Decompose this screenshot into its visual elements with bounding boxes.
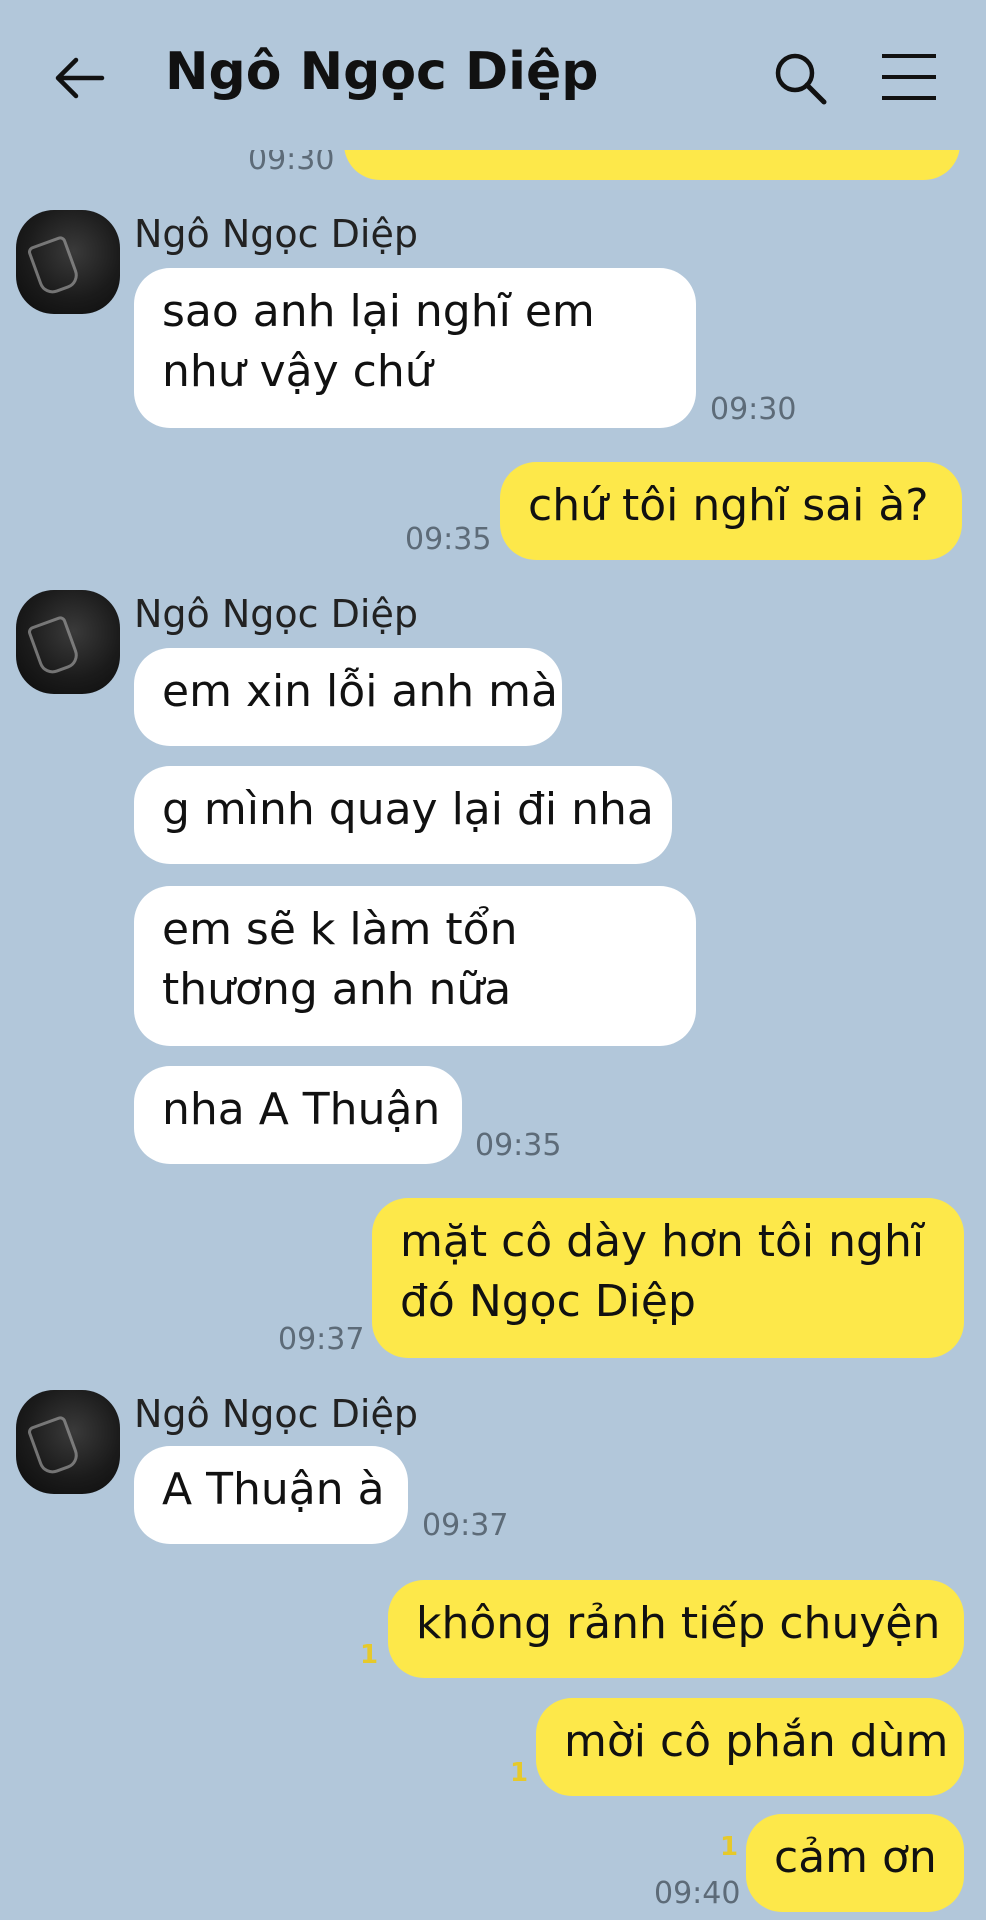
outgoing-message[interactable]: mời cô phắn dùm <box>536 1698 964 1796</box>
message-time: 09:37 <box>422 1508 509 1543</box>
incoming-message[interactable]: A Thuận à <box>134 1446 408 1544</box>
outgoing-message[interactable]: mặt cô dày hơn tôi nghĩ đó Ngọc Diệp <box>372 1198 964 1358</box>
message-time: 09:30 <box>710 392 797 427</box>
message-time: 09:40 <box>654 1876 741 1911</box>
sender-name: Ngô Ngọc Diệp <box>134 1392 418 1436</box>
message-time: 09:37 <box>278 1322 365 1357</box>
incoming-message[interactable]: g mình quay lại đi nha <box>134 766 672 864</box>
search-icon[interactable] <box>772 50 828 106</box>
contact-avatar[interactable] <box>16 590 120 694</box>
incoming-message[interactable]: em sẽ k làm tổn thương anh nữa <box>134 886 696 1046</box>
contact-avatar[interactable] <box>16 1390 120 1494</box>
chat-header: Ngô Ngọc Diệp <box>0 0 986 150</box>
unread-count: 1 <box>720 1832 739 1862</box>
contact-avatar[interactable] <box>16 210 120 314</box>
unread-count: 1 <box>360 1640 379 1670</box>
outgoing-message[interactable]: chứ tôi nghĩ sai à? <box>500 462 962 560</box>
incoming-message[interactable]: sao anh lại nghĩ em như vậy chứ <box>134 268 696 428</box>
chat-title: Ngô Ngọc Diệp <box>165 42 599 102</box>
message-time: 09:35 <box>405 522 492 557</box>
back-arrow-icon[interactable] <box>52 50 108 106</box>
incoming-message[interactable]: nha A Thuận <box>134 1066 462 1164</box>
sender-name: Ngô Ngọc Diệp <box>134 592 418 636</box>
menu-icon[interactable] <box>880 52 938 102</box>
outgoing-message[interactable]: không rảnh tiếp chuyện <box>388 1580 964 1678</box>
message-time: 09:35 <box>475 1128 562 1163</box>
sender-name: Ngô Ngọc Diệp <box>134 212 418 256</box>
outgoing-message[interactable]: cảm ơn <box>746 1814 964 1912</box>
unread-count: 1 <box>510 1758 529 1788</box>
chat-area[interactable]: 09:30 Ngô Ngọc Diệp sao anh lại nghĩ em … <box>0 0 986 1920</box>
incoming-message[interactable]: em xin lỗi anh mà <box>134 648 562 746</box>
